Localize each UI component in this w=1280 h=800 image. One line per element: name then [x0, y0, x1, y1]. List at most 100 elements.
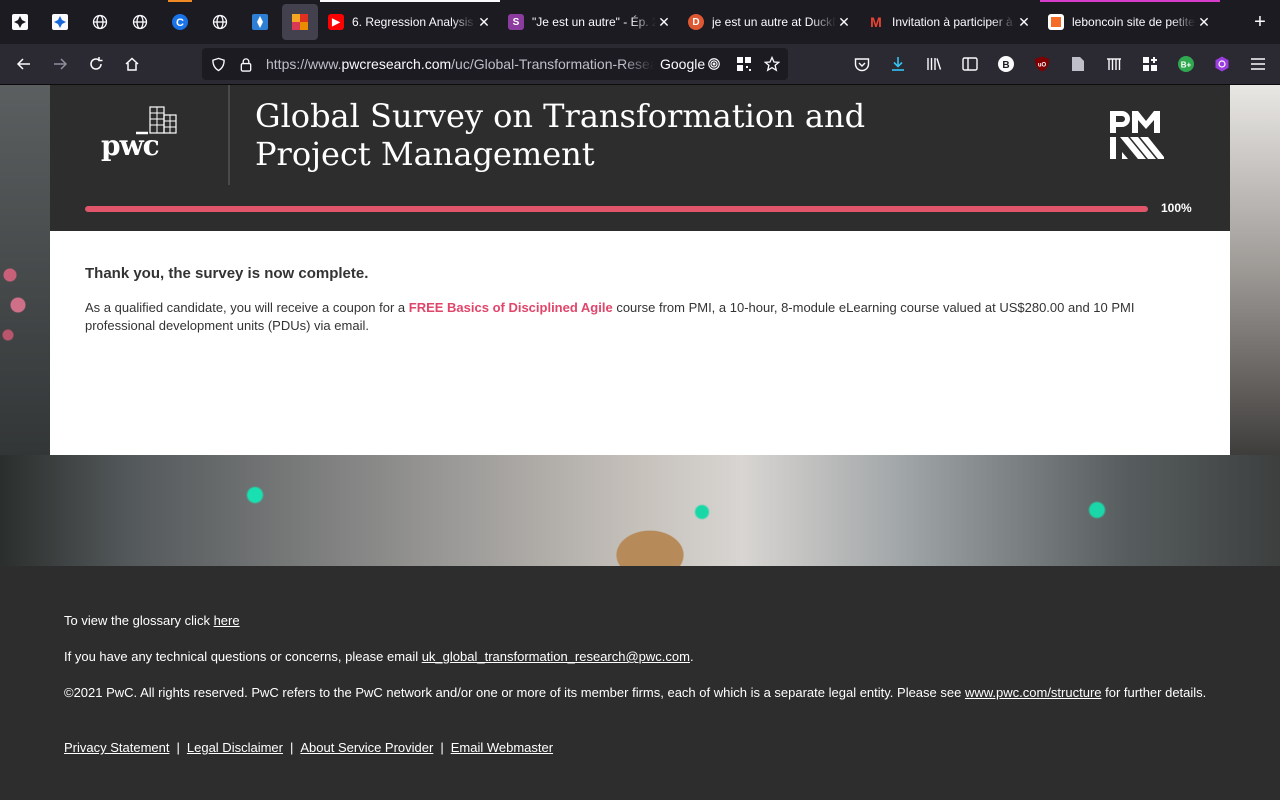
survey-title: Global Survey on Transformation and Proj…	[255, 97, 866, 173]
structure-link[interactable]: www.pwc.com/structure	[965, 685, 1102, 700]
grid-extension-button[interactable]	[1132, 48, 1168, 80]
confluence-icon	[52, 14, 68, 30]
close-icon[interactable]: ✕	[476, 14, 492, 31]
extension-b-button[interactable]: B	[988, 48, 1024, 80]
tab-title: Invitation à participer à	[892, 15, 1013, 29]
qr-code-icon[interactable]	[736, 56, 752, 72]
tab-indicator	[168, 0, 192, 2]
c-app-icon: C	[172, 14, 188, 30]
close-icon[interactable]: ✕	[836, 14, 852, 31]
pinned-tab-confluence-1[interactable]	[0, 0, 40, 44]
svg-text:B: B	[1002, 60, 1009, 71]
url-domain: pwcresearch.com	[341, 56, 452, 72]
tab-indicator	[320, 0, 500, 2]
link-separator: |	[289, 740, 294, 755]
tab-gmail-invitation[interactable]: M Invitation à participer à ✕	[860, 0, 1040, 44]
ublock-button[interactable]: uO	[1024, 48, 1060, 80]
survey-header: pwc Global Survey on Transformation and …	[50, 85, 1230, 231]
pinned-tab-jira[interactable]	[240, 0, 280, 44]
survey-card: pwc Global Survey on Transformation and …	[50, 85, 1230, 455]
svg-text:B+: B+	[1181, 61, 1192, 70]
svg-text:uO: uO	[1038, 63, 1047, 69]
reader-extension-button[interactable]	[1060, 48, 1096, 80]
free-course-highlight: FREE Basics of Disciplined Agile	[408, 300, 613, 315]
container-extension-button[interactable]	[1096, 48, 1132, 80]
pwc-favicon-icon	[292, 14, 308, 30]
download-icon	[892, 57, 904, 71]
pinned-tab-globe-2[interactable]	[120, 0, 160, 44]
pinned-tab-confluence-2[interactable]	[40, 0, 80, 44]
globe-icon	[132, 14, 148, 30]
svg-text:C: C	[176, 17, 184, 29]
privacy-statement-link[interactable]: Privacy Statement	[64, 740, 170, 755]
forward-arrow-icon	[54, 58, 68, 70]
header-divider	[228, 85, 230, 185]
lock-icon[interactable]	[238, 56, 254, 72]
email-webmaster-link[interactable]: Email Webmaster	[451, 740, 553, 755]
jira-icon	[252, 14, 268, 30]
glossary-line: To view the glossary click here	[64, 613, 240, 628]
library-button[interactable]	[916, 48, 952, 80]
home-button[interactable]	[114, 48, 150, 80]
copyright-text-end: for further details.	[1101, 685, 1207, 700]
pinned-tab-globe-1[interactable]	[80, 0, 120, 44]
forward-button[interactable]	[42, 48, 78, 80]
about-service-provider-link[interactable]: About Service Provider	[300, 740, 433, 755]
sidebar-icon	[962, 57, 978, 71]
app-menu-button[interactable]	[1240, 48, 1276, 80]
link-separator: |	[440, 740, 444, 755]
b-extension-icon: B	[998, 56, 1014, 72]
footer-links: Privacy Statement | Legal Disclaimer | A…	[64, 740, 553, 755]
back-button[interactable]	[6, 48, 42, 80]
url-text[interactable]: https://www.pwcresearch.com/uc/Global-Tr…	[266, 56, 654, 72]
contact-text: If you have any technical questions or c…	[64, 649, 422, 664]
youtube-icon: ▶	[328, 14, 344, 30]
sidebar-button[interactable]	[952, 48, 988, 80]
pinned-tabs: C	[0, 0, 320, 44]
support-email-link[interactable]: uk_global_transformation_research@pwc.co…	[422, 649, 690, 664]
reload-button[interactable]	[78, 48, 114, 80]
search-engine-label[interactable]: Google	[660, 56, 705, 72]
columns-icon	[1107, 58, 1121, 70]
background-flowers	[0, 255, 30, 345]
new-tab-button[interactable]: +	[1242, 0, 1278, 44]
tab-leboncoin[interactable]: leboncoin site de petites ✕	[1040, 0, 1220, 44]
tab-indicator	[1040, 0, 1220, 2]
close-icon[interactable]: ✕	[1016, 14, 1032, 31]
pinned-tab-c-app[interactable]: C	[160, 0, 200, 44]
library-icon	[927, 58, 942, 70]
tab-je-est-un-autre[interactable]: S "Je est un autre" - Ép. 2 ✕	[500, 0, 680, 44]
web-page: pwc Global Survey on Transformation and …	[0, 85, 1280, 800]
purple-extension-button[interactable]	[1204, 48, 1240, 80]
page-footer: To view the glossary click here If you h…	[0, 566, 1280, 800]
legal-disclaimer-link[interactable]: Legal Disclaimer	[187, 740, 283, 755]
tab-regression-analysis[interactable]: ▶ 6. Regression Analysis - ✕	[320, 0, 500, 44]
pwc-logo-text: pwc	[101, 129, 160, 162]
globe-icon	[212, 14, 228, 30]
close-icon[interactable]: ✕	[656, 14, 672, 31]
b-plus-icon: B+	[1178, 56, 1194, 72]
tracking-protection-shield-icon[interactable]	[210, 56, 226, 72]
pinned-tab-pwc-active[interactable]	[282, 4, 318, 40]
completion-message: Thank you, the survey is now complete. A…	[85, 265, 1195, 335]
downloads-button[interactable]	[880, 48, 916, 80]
pocket-button[interactable]	[844, 48, 880, 80]
globe-icon	[92, 14, 108, 30]
coupon-message: As a qualified candidate, you will recei…	[85, 299, 1195, 335]
bookmark-star-icon[interactable]	[764, 56, 780, 72]
contact-line: If you have any technical questions or c…	[64, 649, 694, 664]
address-bar[interactable]: https://www.pwcresearch.com/uc/Global-Tr…	[202, 48, 788, 80]
url-prefix: https://www.	[266, 56, 342, 72]
leboncoin-icon	[1048, 14, 1064, 30]
fingerprint-icon[interactable]	[706, 56, 722, 72]
podcast-icon: S	[508, 14, 524, 30]
b-plus-extension-button[interactable]: B+	[1168, 48, 1204, 80]
close-icon[interactable]: ✕	[1196, 14, 1212, 31]
reload-icon	[90, 57, 103, 70]
pinned-tab-globe-3[interactable]	[200, 0, 240, 44]
navigation-toolbar: https://www.pwcresearch.com/uc/Global-Tr…	[0, 44, 1280, 85]
progress-bar	[85, 206, 1148, 212]
tab-duckduckgo[interactable]: D je est un autre at DuckD ✕	[680, 0, 860, 44]
hamburger-menu-icon	[1251, 58, 1265, 70]
glossary-link[interactable]: here	[214, 613, 240, 628]
